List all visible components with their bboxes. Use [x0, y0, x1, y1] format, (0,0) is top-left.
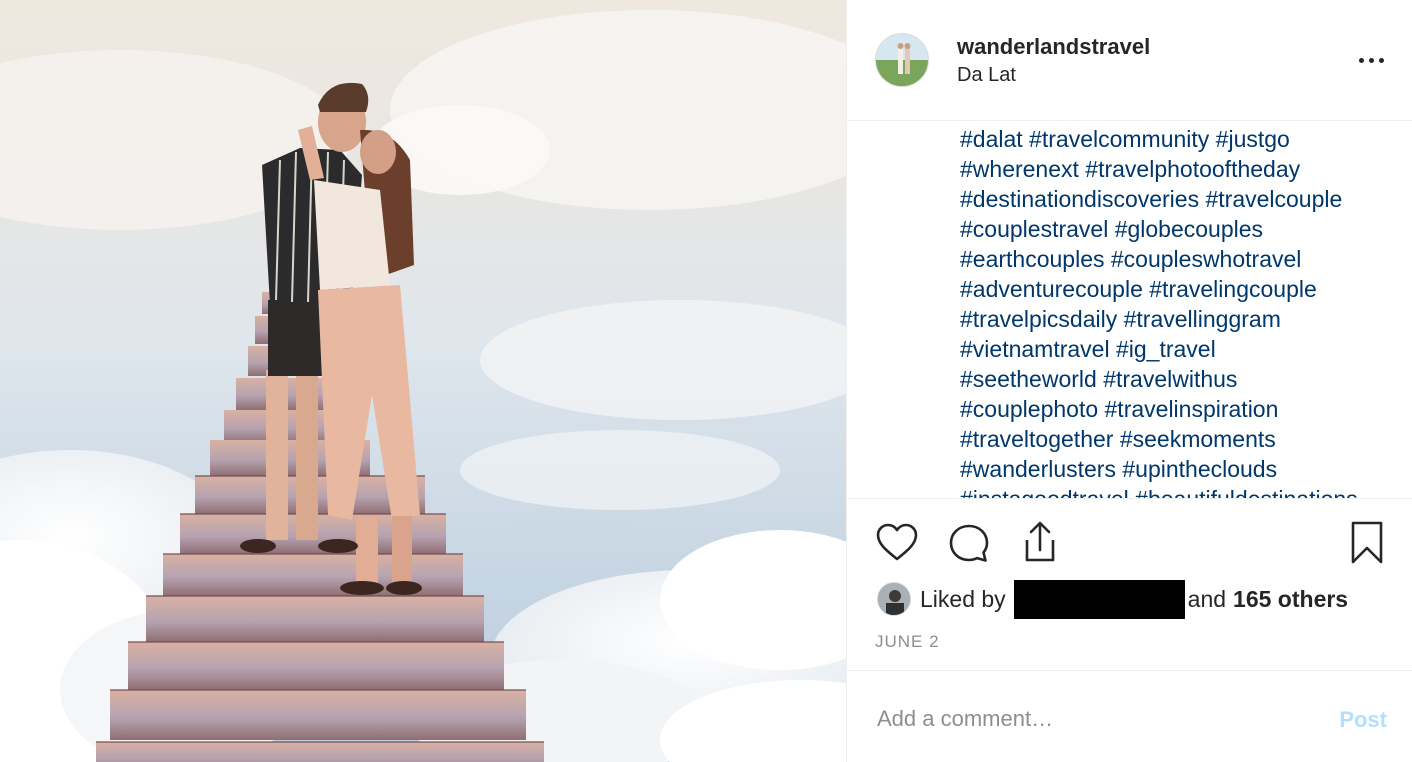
hashtag-line[interactable]: #instagoodtravel #beautifuldestinations	[960, 484, 1400, 498]
post-username[interactable]: wanderlandstravel	[957, 34, 1150, 60]
couple-on-stairs-photo	[0, 10, 846, 762]
post-photo[interactable]	[0, 0, 846, 762]
hashtag-list: #dalat #travelcommunity #justgo #wherene…	[960, 124, 1400, 498]
comment-input[interactable]	[877, 701, 1297, 737]
post-location[interactable]: Da Lat	[957, 64, 1016, 87]
hashtag-line[interactable]: #couplephoto #travelinspiration	[960, 394, 1400, 424]
post-date[interactable]: JUNE 2	[875, 632, 940, 652]
post-comment-button[interactable]: Post	[1339, 707, 1387, 733]
hashtag-line[interactable]: #traveltogether #seekmoments	[960, 424, 1400, 454]
hashtag-line[interactable]: #adventurecouple #travelingcouple	[960, 274, 1400, 304]
profile-avatar[interactable]	[875, 33, 929, 87]
bookmark-icon[interactable]	[1347, 520, 1387, 571]
share-icon[interactable]	[1019, 520, 1061, 569]
avatar-image	[876, 34, 928, 86]
hashtag-line[interactable]: #vietnamtravel #ig_travel	[960, 334, 1400, 364]
post-details-panel: wanderlandstravel Da Lat #dalat #travelc…	[846, 0, 1412, 762]
liked-by-label: Liked by	[920, 585, 1006, 612]
post-container: wanderlandstravel Da Lat #dalat #travelc…	[0, 0, 1412, 762]
comment-icon[interactable]	[947, 522, 991, 569]
more-options-icon[interactable]	[1353, 46, 1389, 74]
hashtag-line[interactable]: #destinationdiscoveries #travelcouple	[960, 184, 1400, 214]
more-dot	[1358, 57, 1364, 63]
more-dot	[1368, 57, 1374, 63]
hashtag-line[interactable]: #seetheworld #travelwithus	[960, 364, 1400, 394]
liker-avatar[interactable]	[877, 582, 911, 616]
comment-box: Post	[847, 670, 1412, 762]
likes-summary: Liked by and 165 others	[877, 579, 1348, 619]
hashtag-line[interactable]: #travelpicsdaily #travellinggram	[960, 304, 1400, 334]
hashtag-line[interactable]: #couplestravel #globecouples	[960, 214, 1400, 244]
hashtag-line[interactable]: #wanderlusters #upintheclouds	[960, 454, 1400, 484]
likes-connector: and	[1187, 585, 1227, 612]
hashtag-line[interactable]: #wherenext #travelphotooftheday	[960, 154, 1400, 184]
likes-others-link[interactable]: 165 others	[1233, 586, 1348, 613]
caption-area: #dalat #travelcommunity #justgo #wherene…	[847, 121, 1412, 499]
heart-icon[interactable]	[875, 522, 919, 567]
post-header: wanderlandstravel Da Lat	[847, 0, 1412, 121]
more-dot	[1378, 57, 1384, 63]
hashtag-line[interactable]: #dalat #travelcommunity #justgo	[960, 124, 1400, 154]
redacted-username	[1013, 579, 1185, 619]
hashtag-line[interactable]: #earthcouples #coupleswhotravel	[960, 244, 1400, 274]
